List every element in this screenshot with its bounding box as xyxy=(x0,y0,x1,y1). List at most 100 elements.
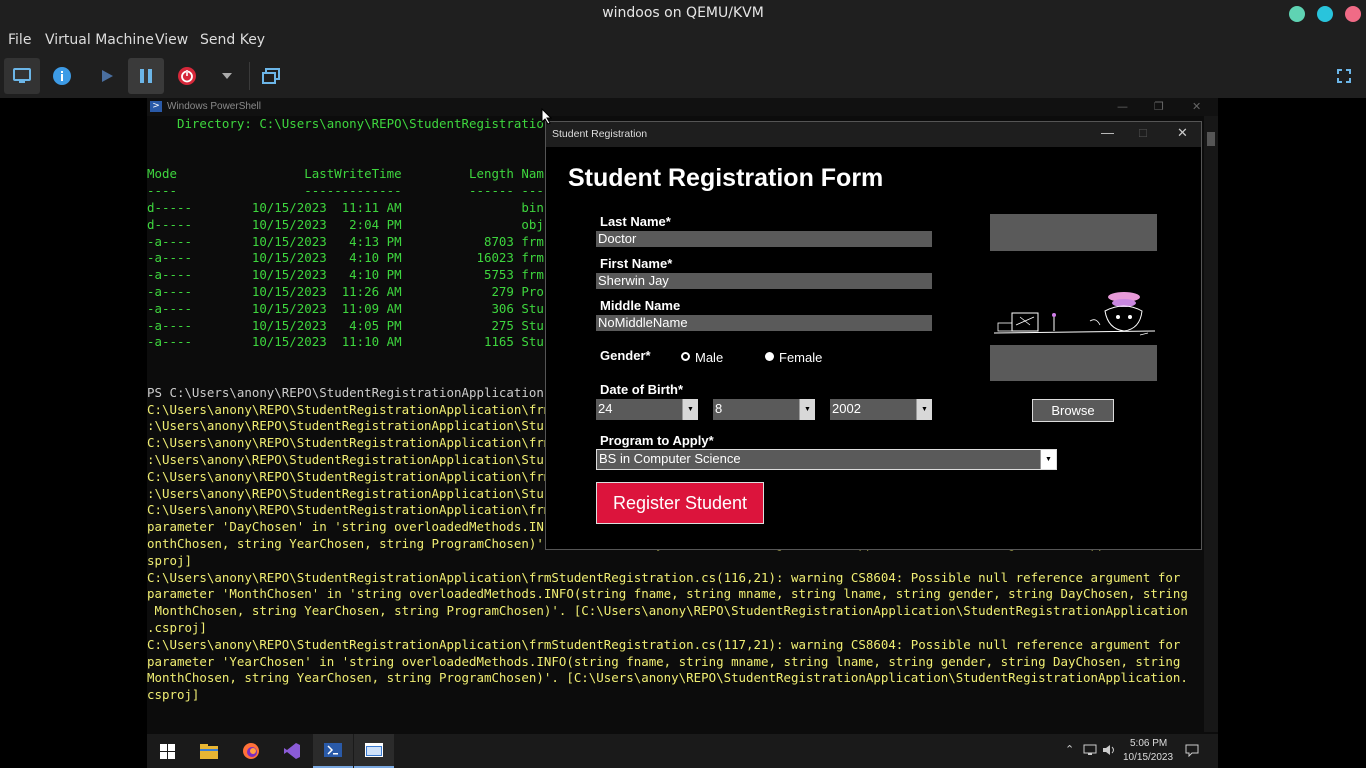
tray-chevron-up-icon[interactable]: ⌃ xyxy=(1065,743,1074,756)
browse-button[interactable]: Browse xyxy=(1032,399,1114,422)
host-toolbar xyxy=(0,54,1366,98)
powershell-scrollbar[interactable] xyxy=(1204,116,1218,732)
console-line: parameter 'MonthChosen' in 'string overl… xyxy=(147,586,1188,602)
visual-studio-icon xyxy=(284,743,300,759)
register-student-button[interactable]: Register Student xyxy=(596,482,764,524)
pause-button[interactable] xyxy=(128,58,164,94)
maximize-window-button[interactable] xyxy=(1317,6,1333,22)
console-line: -a---- 10/15/2023 11:09 AM 306 Stu xyxy=(147,300,544,316)
minimize-window-button[interactable] xyxy=(1289,6,1305,22)
chevron-down-icon[interactable]: ▼ xyxy=(1040,450,1056,469)
pause-icon xyxy=(140,69,152,83)
dob-year-select[interactable]: 2002 ▼ xyxy=(830,399,932,420)
mouse-cursor-icon xyxy=(541,108,552,125)
console-line: d----- 10/15/2023 2:04 PM obj xyxy=(147,216,544,232)
console-line: C:\Users\anony\REPO\StudentRegistrationA… xyxy=(147,401,552,417)
console-line: parameter 'YearChosen' in 'string overlo… xyxy=(147,653,1181,669)
chevron-down-icon[interactable]: ▼ xyxy=(916,399,932,420)
power-icon xyxy=(178,67,196,85)
taskbar-visual-studio[interactable] xyxy=(272,734,312,768)
firefox-icon xyxy=(243,743,259,759)
snapshots-icon xyxy=(262,68,280,84)
menu-file[interactable]: File xyxy=(8,32,31,48)
close-window-button[interactable] xyxy=(1345,6,1361,22)
console-line: C:\Users\anony\REPO\StudentRegistrationA… xyxy=(147,569,1181,585)
program-select[interactable]: BS in Computer Science ▼ xyxy=(596,449,1057,470)
console-line: C:\Users\anony\REPO\StudentRegistrationA… xyxy=(147,502,552,518)
console-line: -a---- 10/15/2023 4:10 PM 5753 frm xyxy=(147,267,544,283)
gender-male-label[interactable]: Male xyxy=(695,350,723,365)
chevron-down-icon[interactable]: ▼ xyxy=(799,399,815,420)
middle-name-input[interactable]: NoMiddleName xyxy=(596,315,932,331)
last-name-label: Last Name* xyxy=(600,214,671,229)
menu-virtual-machine[interactable]: Virtual Machine xyxy=(45,32,154,48)
menu-view[interactable]: View xyxy=(155,32,188,48)
powershell-icon: > xyxy=(150,101,162,112)
dob-year-value: 2002 xyxy=(832,401,861,416)
network-icon[interactable] xyxy=(1083,744,1097,756)
taskbar-powershell[interactable] xyxy=(313,734,353,768)
gender-male-radio[interactable] xyxy=(681,352,690,361)
notifications-icon[interactable] xyxy=(1185,744,1199,757)
volume-icon[interactable] xyxy=(1102,744,1116,756)
student-registration-window: Student Registration — □ ✕ Student Regis… xyxy=(545,121,1202,550)
taskbar-clock-date[interactable]: 10/15/2023 xyxy=(1123,752,1173,763)
windows-taskbar: ⌃ 5:06 PM 10/15/2023 xyxy=(147,734,1218,768)
shutdown-button[interactable] xyxy=(169,58,205,94)
powershell-title: Windows PowerShell xyxy=(167,101,261,112)
first-name-input[interactable]: Sherwin Jay xyxy=(596,273,932,289)
host-window-title: windoos on QEMU/KVM xyxy=(602,5,764,21)
console-line: :\Users\anony\REPO\StudentRegistrationAp… xyxy=(147,418,544,434)
dob-month-value: 8 xyxy=(715,401,723,416)
console-line: d----- 10/15/2023 11:11 AM bin xyxy=(147,200,544,215)
program-value: BS in Computer Science xyxy=(599,451,741,466)
ps-restore-button[interactable]: ❐ xyxy=(1154,100,1164,113)
gender-female-label[interactable]: Female xyxy=(779,350,822,365)
fullscreen-button[interactable] xyxy=(1326,58,1362,94)
form-close-button[interactable]: ✕ xyxy=(1177,125,1188,141)
last-name-input[interactable]: Doctor xyxy=(596,231,932,247)
toolbar-separator xyxy=(249,62,250,90)
dob-label: Date of Birth* xyxy=(600,382,684,397)
console-line: sproj] xyxy=(147,552,192,568)
taskbar-student-registration[interactable] xyxy=(354,734,394,768)
snapshots-button[interactable] xyxy=(253,58,289,94)
start-button[interactable] xyxy=(147,734,187,768)
console-line: Directory: C:\Users\anony\REPO\StudentRe… xyxy=(147,116,544,131)
taskbar-firefox[interactable] xyxy=(231,734,271,768)
console-line: Mode LastWriteTime Length Nam xyxy=(147,166,544,182)
taskbar-file-explorer[interactable] xyxy=(189,734,229,768)
console-line: parameter 'DayChosen' in 'string overloa… xyxy=(147,519,544,535)
photo-box-top xyxy=(990,214,1157,251)
console-line: .csproj] xyxy=(147,620,207,635)
shutdown-options-button[interactable] xyxy=(209,58,245,94)
console-line: PS C:\Users\anony\REPO\StudentRegistrati… xyxy=(147,384,544,400)
ps-close-button[interactable]: ✕ xyxy=(1192,100,1201,113)
menu-send-key[interactable]: Send Key xyxy=(200,32,265,48)
dob-day-select[interactable]: 24 ▼ xyxy=(596,399,698,420)
run-button[interactable] xyxy=(89,58,125,94)
fullscreen-icon xyxy=(1337,69,1351,83)
powershell-titlebar: > Windows PowerShell — ❐ ✕ xyxy=(147,98,1218,116)
details-button[interactable] xyxy=(44,58,80,94)
host-menubar: File Virtual Machine View Send Key xyxy=(0,26,1366,54)
play-icon xyxy=(102,70,113,82)
form-minimize-button[interactable]: — xyxy=(1101,125,1114,140)
display-icon xyxy=(13,68,31,83)
console-line: MonthChosen, string YearChosen, string P… xyxy=(147,603,1188,619)
display-button[interactable] xyxy=(4,58,40,94)
console-line: MonthChosen, string YearChosen, string P… xyxy=(147,670,1188,686)
console-line: C:\Users\anony\REPO\StudentRegistrationA… xyxy=(147,435,552,451)
gender-female-radio[interactable] xyxy=(765,352,774,361)
info-icon xyxy=(53,67,71,85)
dob-month-select[interactable]: 8 ▼ xyxy=(713,399,815,420)
ps-minimize-button[interactable]: — xyxy=(1117,100,1128,113)
console-line: -a---- 10/15/2023 11:26 AM 279 Pro xyxy=(147,284,544,299)
scroll-thumb[interactable] xyxy=(1207,132,1215,146)
middle-name-label: Middle Name xyxy=(600,298,681,313)
app-window-icon xyxy=(365,743,383,757)
form-heading: Student Registration Form xyxy=(568,164,884,192)
console-line: csproj] xyxy=(147,687,200,703)
taskbar-clock-time[interactable]: 5:06 PM xyxy=(1130,738,1167,749)
chevron-down-icon[interactable]: ▼ xyxy=(682,399,698,420)
